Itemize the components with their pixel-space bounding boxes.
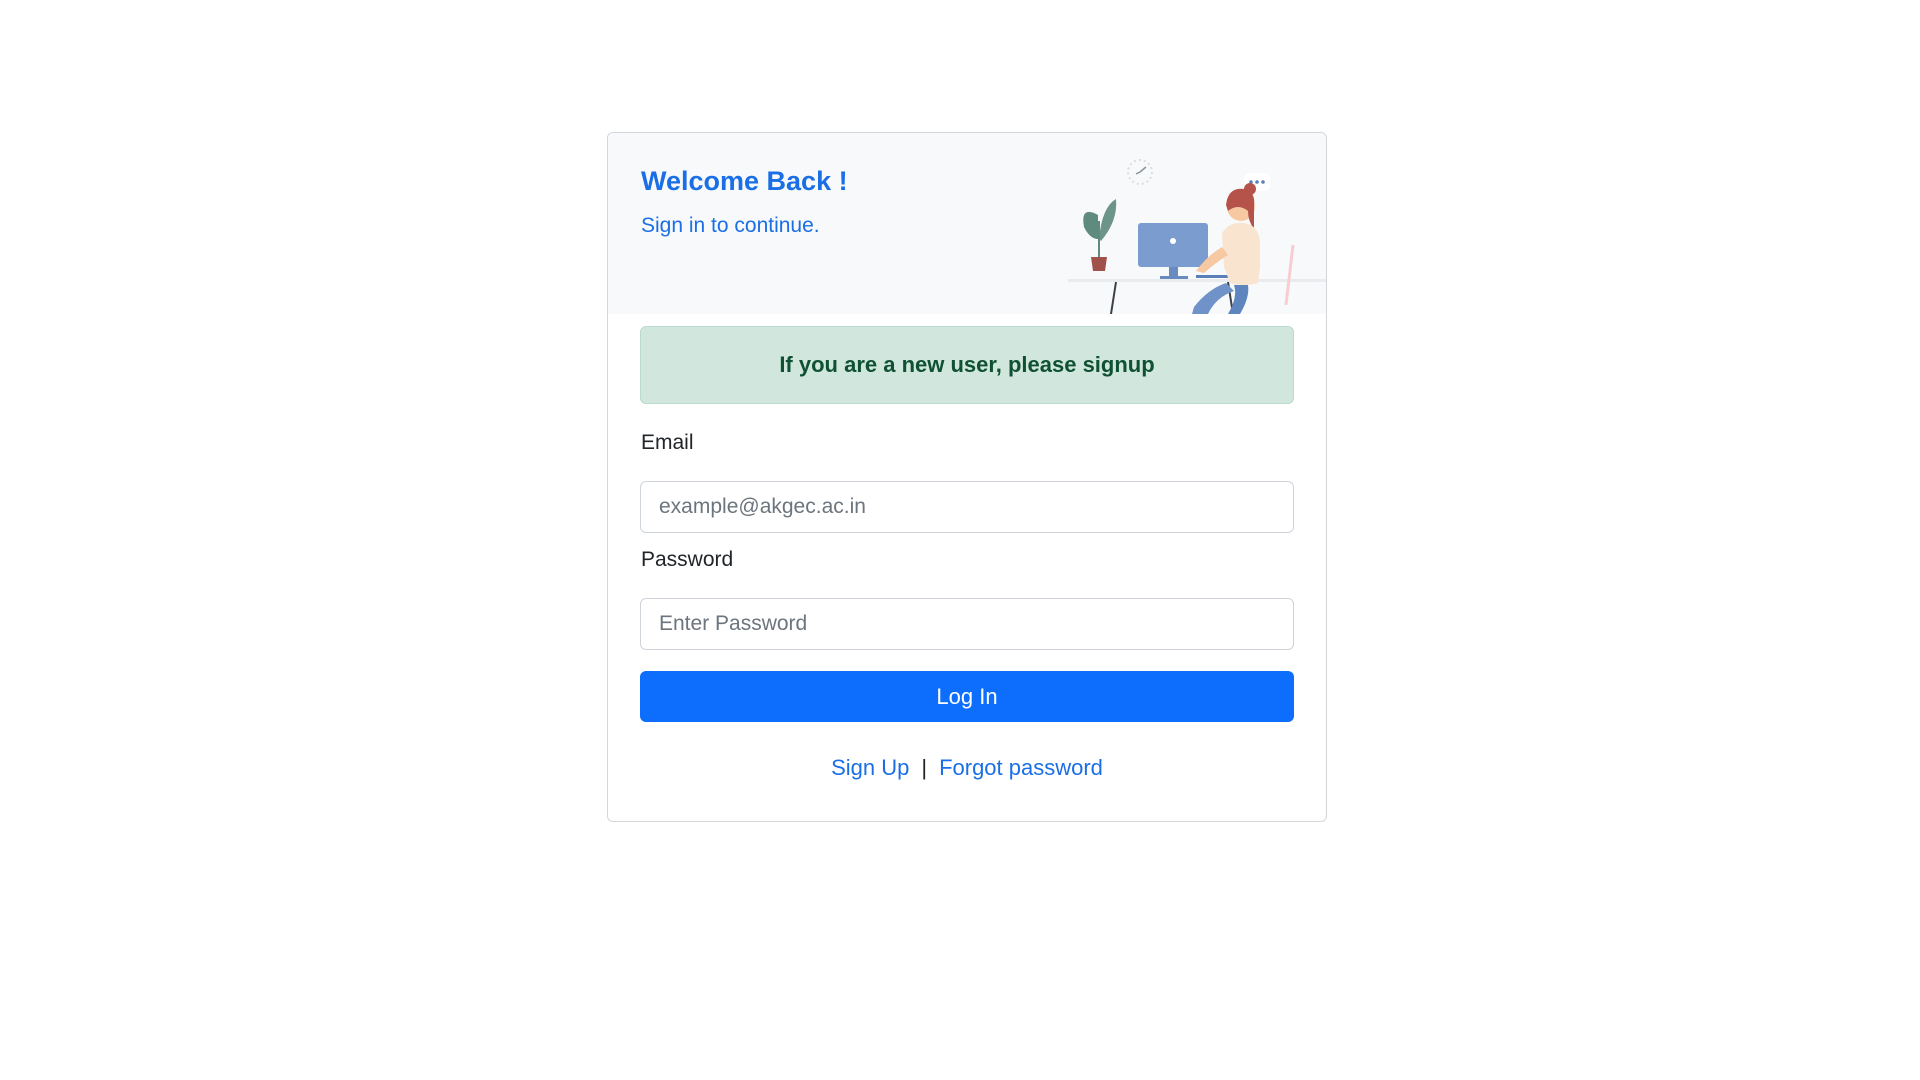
- page-title: Welcome Back !: [641, 166, 848, 196]
- password-label: Password: [641, 548, 734, 571]
- forgot-password-link[interactable]: Forgot password: [939, 755, 1103, 780]
- card-header: Welcome Back ! Sign in to continue.: [608, 133, 1326, 314]
- footer-links: Sign Up | Forgot password: [608, 755, 1326, 781]
- link-separator: |: [921, 755, 928, 780]
- login-button[interactable]: Log In: [640, 671, 1294, 722]
- login-card: Welcome Back ! Sign in to continue. If y…: [607, 132, 1327, 822]
- email-label: Email: [641, 431, 694, 454]
- password-field[interactable]: [640, 598, 1294, 650]
- page-subtitle: Sign in to continue.: [641, 214, 820, 237]
- email-field[interactable]: [640, 481, 1294, 533]
- signup-alert: If you are a new user, please signup: [640, 326, 1294, 404]
- signup-link[interactable]: Sign Up: [831, 755, 909, 780]
- alert-text: If you are a new user, please signup: [779, 352, 1155, 377]
- person-at-desk-illustration: [1068, 159, 1326, 314]
